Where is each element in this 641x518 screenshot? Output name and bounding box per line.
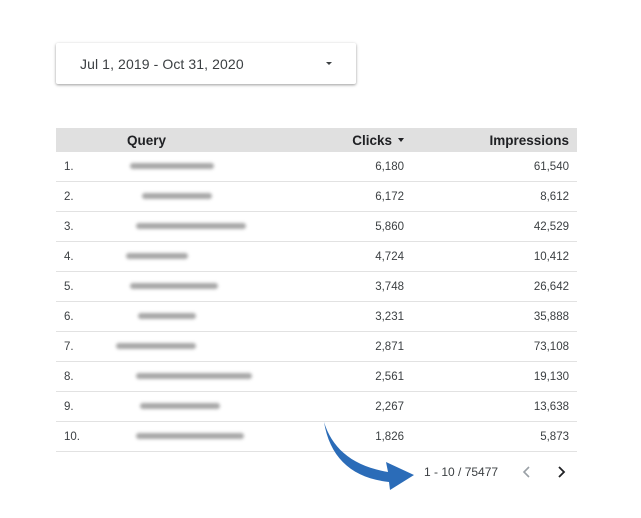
clicks-cell: 2,561 (276, 361, 404, 392)
row-index: 10. (56, 421, 106, 452)
table-row: 8. 2,561 19,130 (56, 361, 577, 392)
clicks-cell: 2,267 (276, 391, 404, 422)
impressions-cell: 10,412 (404, 241, 577, 272)
row-index: 6. (56, 301, 106, 332)
clicks-cell: 2,871 (276, 331, 404, 362)
row-index: 7. (56, 331, 106, 362)
curved-arrow-icon (324, 422, 414, 490)
table-row: 2. 6,172 8,612 (56, 181, 577, 212)
column-header-clicks-label: Clicks (352, 132, 392, 148)
date-range-label: Jul 1, 2019 - Oct 31, 2020 (80, 55, 244, 72)
impressions-cell: 42,529 (404, 211, 577, 242)
impressions-cell: 73,108 (404, 331, 577, 362)
row-index: 5. (56, 271, 106, 302)
query-cell-redacted (106, 391, 276, 422)
row-index: 2. (56, 181, 106, 212)
clicks-cell: 5,860 (276, 211, 404, 242)
sort-descending-icon (398, 137, 404, 142)
chevron-left-icon[interactable] (520, 465, 534, 479)
clicks-cell: 6,180 (276, 152, 404, 182)
pagination: 1 - 10 / 75477 (424, 462, 566, 482)
clicks-cell: 6,172 (276, 181, 404, 212)
table-row: 4. 4,724 10,412 (56, 241, 577, 272)
query-cell-redacted (106, 421, 276, 452)
table-row: 3. 5,860 42,529 (56, 211, 577, 242)
row-index: 4. (56, 241, 106, 272)
redacted-text (142, 193, 212, 200)
row-index: 1. (56, 152, 106, 182)
table-row: 1. 6,180 61,540 (56, 152, 577, 182)
table-row: 7. 2,871 73,108 (56, 331, 577, 362)
clicks-cell: 3,231 (276, 301, 404, 332)
redacted-text (138, 313, 196, 320)
redacted-text (130, 283, 218, 290)
query-cell-redacted (106, 211, 276, 242)
table-row: 9. 2,267 13,638 (56, 391, 577, 422)
impressions-cell: 61,540 (404, 152, 577, 182)
column-header-impressions-label: Impressions (489, 132, 569, 148)
query-cell-redacted (106, 331, 276, 362)
query-cell-redacted (106, 361, 276, 392)
column-header-impressions[interactable]: Impressions (404, 128, 577, 152)
chevron-right-icon[interactable] (554, 465, 568, 479)
row-index: 9. (56, 391, 106, 422)
redacted-text (126, 253, 188, 260)
pagination-range: 1 - 10 / 75477 (424, 465, 499, 479)
row-index: 8. (56, 361, 106, 392)
redacted-text (116, 343, 196, 350)
impressions-cell: 8,612 (404, 181, 577, 212)
query-cell-redacted (106, 271, 276, 302)
column-header-query[interactable]: Query (106, 128, 276, 152)
impressions-cell: 13,638 (404, 391, 577, 422)
impressions-cell: 35,888 (404, 301, 577, 332)
table-row: 10. 1,826 5,873 (56, 421, 577, 452)
query-cell-redacted (106, 181, 276, 212)
table-header-row: Query Clicks Impressions (56, 128, 577, 152)
date-range-picker[interactable]: Jul 1, 2019 - Oct 31, 2020 (56, 43, 356, 84)
row-index: 3. (56, 211, 106, 242)
table-row: 6. 3,231 35,888 (56, 301, 577, 332)
query-cell-redacted (106, 152, 276, 182)
column-header-clicks[interactable]: Clicks (276, 128, 404, 152)
column-header-index (56, 128, 106, 152)
clicks-cell: 4,724 (276, 241, 404, 272)
impressions-cell: 26,642 (404, 271, 577, 302)
redacted-text (136, 373, 252, 380)
query-cell-redacted (106, 301, 276, 332)
query-cell-redacted (106, 241, 276, 272)
redacted-text (130, 163, 214, 170)
redacted-text (136, 433, 244, 440)
impressions-cell: 5,873 (404, 421, 577, 452)
impressions-cell: 19,130 (404, 361, 577, 392)
redacted-text (136, 223, 246, 230)
caret-down-icon (326, 62, 332, 65)
column-header-query-label: Query (127, 132, 167, 148)
clicks-cell: 3,748 (276, 271, 404, 302)
table-row: 5. 3,748 26,642 (56, 271, 577, 302)
redacted-text (140, 403, 220, 410)
query-table: Query Clicks Impressions 1. 6,180 61,540… (56, 128, 577, 452)
